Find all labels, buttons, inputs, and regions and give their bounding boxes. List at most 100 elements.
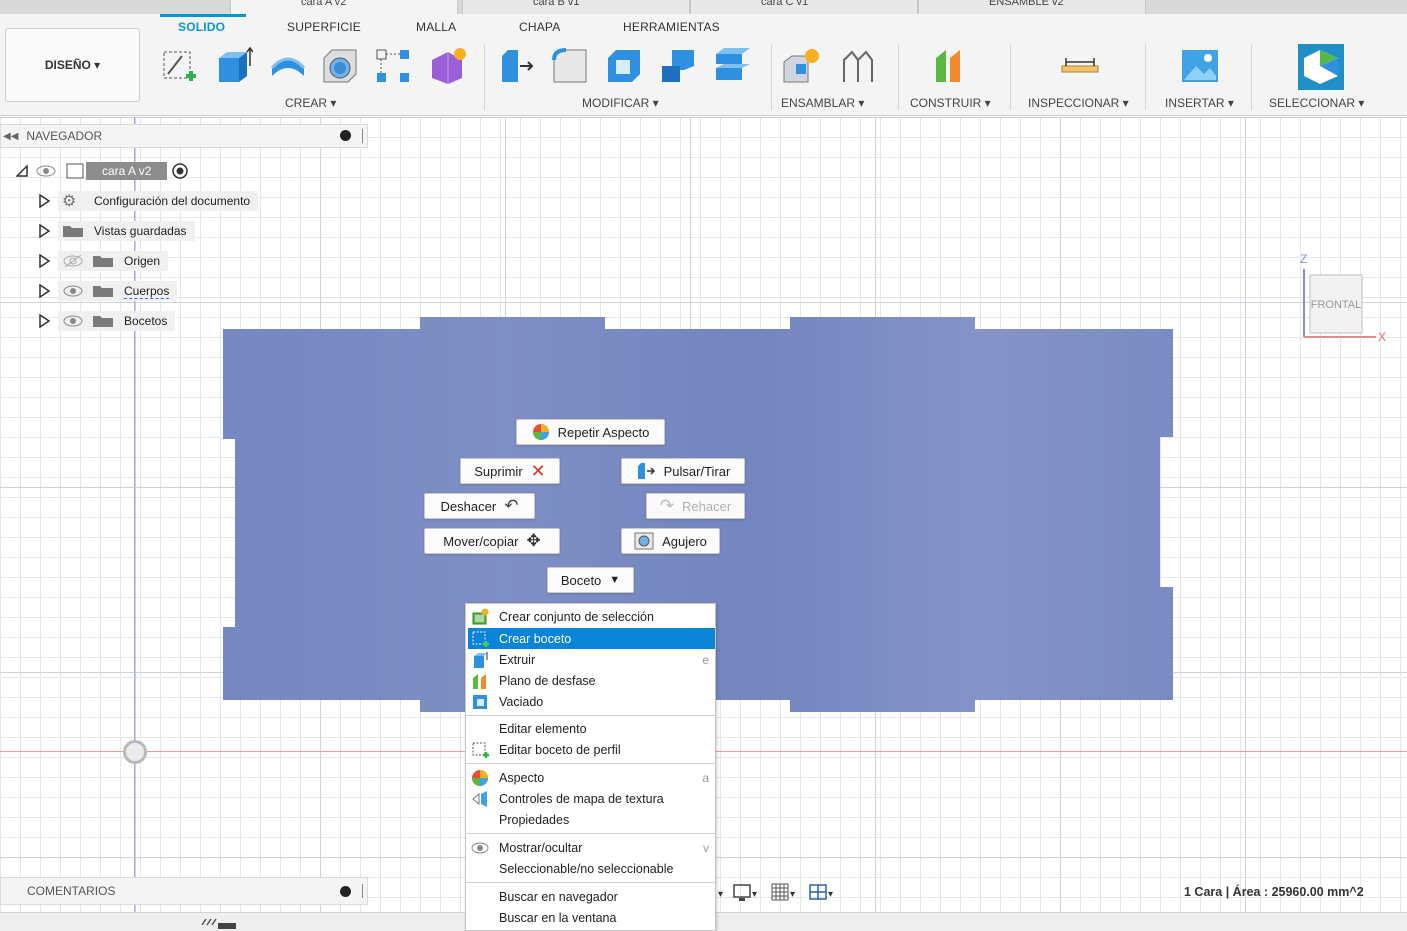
dropdown-arrow-icon[interactable]: ▾ — [828, 889, 833, 900]
timeline-marker-icon[interactable] — [200, 915, 240, 931]
menu-item-show-hide[interactable]: Mostrar/ocultar v — [466, 837, 715, 858]
workspace-dropdown-button[interactable]: DISEÑO ▾ — [5, 28, 140, 102]
sketch-dropdown-button[interactable]: Boceto ▼ — [547, 567, 634, 593]
menu-item-create-sketch[interactable]: Crear boceto — [468, 628, 715, 649]
move-copy-button[interactable]: Mover/copiar ✥ — [424, 528, 560, 554]
visibility-eye-icon[interactable] — [62, 284, 84, 298]
expand-triangle-icon[interactable] — [38, 284, 50, 298]
menu-item-find-in-window[interactable]: Buscar en la ventana — [466, 907, 715, 928]
panel-resize-handle[interactable] — [362, 884, 363, 898]
grid-settings-icon[interactable] — [771, 883, 789, 901]
edit-sketch-icon — [472, 742, 489, 758]
modificar-menu[interactable]: MODIFICAR ▾ — [582, 96, 659, 110]
offset-plane-icon[interactable] — [932, 46, 972, 86]
insertar-menu[interactable]: INSERTAR ▾ — [1165, 96, 1234, 110]
fillet-icon[interactable] — [550, 46, 590, 86]
doc-tab-1[interactable]: cara A v2 — [230, 0, 458, 14]
shell-icon — [473, 695, 487, 709]
dropdown-arrow-icon[interactable]: ▾ — [790, 889, 795, 900]
menu-item-properties[interactable]: Propiedades — [466, 809, 715, 830]
repeat-appearance-button[interactable]: Repetir Aspecto — [516, 419, 665, 445]
selection-status-text: 1 Cara | Área : 25960.00 mm^2 — [1184, 885, 1364, 899]
browser-root-node[interactable]: cara A v2 — [16, 160, 189, 182]
menu-item-offset-plane[interactable]: Plano de desfase — [466, 670, 715, 691]
display-settings-icon[interactable] — [733, 884, 751, 901]
combine-icon[interactable] — [658, 46, 698, 86]
press-pull-button[interactable]: Pulsar/Tirar — [621, 458, 745, 484]
menu-item-appearance[interactable]: Aspecto a — [466, 767, 715, 788]
delete-button[interactable]: Suprimir ✕ — [460, 458, 560, 484]
expand-triangle-icon[interactable] — [38, 314, 50, 328]
collapse-panel-icon[interactable]: ◀◀ — [3, 131, 18, 142]
doc-tab-3[interactable]: cara C v1 — [690, 0, 918, 14]
menu-item-create-selection-set[interactable]: Crear conjunto de selección — [466, 606, 715, 627]
select-icon[interactable] — [1298, 44, 1344, 90]
insert-image-icon[interactable] — [1180, 46, 1220, 86]
create-sketch-icon[interactable] — [160, 46, 200, 86]
menu-item-find-in-browser[interactable]: Buscar en navegador — [466, 886, 715, 907]
doc-tab-4[interactable]: ENSAMBLE v2 — [918, 0, 1146, 14]
menu-item-edit-feature[interactable]: Editar elemento — [466, 718, 715, 739]
undo-arrow-icon: ↶ — [504, 496, 519, 515]
root-document-label[interactable]: cara A v2 — [86, 162, 168, 180]
browser-item-bodies[interactable]: Cuerpos — [38, 280, 178, 302]
crear-menu[interactable]: CREAR ▾ — [285, 96, 336, 110]
seleccionar-menu[interactable]: SELECCIONAR ▾ — [1269, 96, 1364, 110]
browser-item-sketches[interactable]: Bocetos — [38, 310, 176, 332]
comments-panel-header[interactable]: COMENTARIOS — [0, 877, 368, 905]
undo-button[interactable]: Deshacer ↶ — [424, 493, 535, 519]
revolve-icon[interactable] — [268, 46, 308, 86]
pattern-icon[interactable] — [373, 46, 413, 86]
toolbar-divider — [1145, 44, 1146, 110]
tab-chapa[interactable]: CHAPA — [519, 20, 560, 34]
menu-item-extrude[interactable]: Extruir e — [466, 649, 715, 670]
shell-icon[interactable] — [604, 46, 644, 86]
toolbar-divider — [771, 44, 772, 110]
menu-item-selectable-toggle[interactable]: Seleccionable/no seleccionable — [466, 858, 715, 879]
dropdown-arrow-icon[interactable]: ▾ — [718, 889, 723, 900]
visibility-eye-icon — [471, 842, 489, 854]
menu-item-edit-profile-sketch[interactable]: Editar boceto de perfil — [466, 739, 715, 760]
extrude-icon — [474, 652, 488, 668]
expand-triangle-icon[interactable] — [38, 224, 50, 238]
panel-pin-icon[interactable] — [340, 130, 351, 141]
joint-icon[interactable] — [838, 46, 878, 86]
extrude-icon[interactable] — [213, 46, 253, 86]
menu-item-texture-map-controls[interactable]: Controles de mapa de textura — [466, 788, 715, 809]
browser-item-origin[interactable]: Origen — [38, 250, 169, 272]
tab-solido[interactable]: SOLIDO — [178, 20, 225, 34]
dropdown-arrow-icon[interactable]: ▾ — [752, 889, 757, 900]
inspeccionar-menu[interactable]: INSPECCIONAR ▾ — [1028, 96, 1129, 110]
new-component-icon[interactable] — [782, 46, 822, 86]
expand-triangle-icon[interactable] — [38, 254, 50, 268]
browser-title: NAVEGADOR — [26, 129, 103, 143]
panel-resize-handle[interactable] — [362, 129, 363, 143]
viewports-icon[interactable] — [809, 884, 827, 900]
menu-item-shell[interactable]: Vaciado — [466, 691, 715, 712]
ensamblar-menu[interactable]: ENSAMBLAR ▾ — [781, 96, 864, 110]
visibility-eye-icon[interactable] — [62, 314, 84, 328]
tab-superficie[interactable]: SUPERFICIE — [287, 20, 361, 34]
press-pull-icon[interactable] — [496, 46, 536, 86]
browser-item-document-settings[interactable]: ⚙ Configuración del documento — [38, 190, 259, 212]
tab-herramientas[interactable]: HERRAMIENTAS — [623, 20, 720, 34]
folder-icon — [93, 256, 113, 268]
split-body-icon[interactable] — [712, 46, 752, 86]
expand-triangle-icon[interactable] — [38, 194, 50, 208]
activate-radio-icon[interactable] — [171, 162, 189, 180]
hole-button[interactable]: Agujero — [621, 528, 720, 554]
collapse-triangle-icon[interactable] — [16, 164, 28, 178]
measure-icon[interactable] — [1060, 46, 1100, 86]
view-cube[interactable]: FRONTAL Z X — [1290, 247, 1390, 347]
origin-point[interactable] — [123, 740, 147, 764]
create-form-icon[interactable] — [428, 46, 468, 86]
browser-item-saved-views[interactable]: Vistas guardadas — [38, 220, 195, 242]
hidden-eye-icon[interactable] — [62, 254, 84, 268]
hole-icon[interactable] — [320, 46, 360, 86]
visibility-eye-icon[interactable] — [36, 164, 56, 178]
doc-tab-2[interactable]: cara B v1 — [462, 0, 690, 14]
add-comment-icon[interactable] — [340, 886, 351, 897]
construir-menu[interactable]: CONSTRUIR ▾ — [910, 96, 991, 110]
tab-malla[interactable]: MALLA — [416, 20, 456, 34]
browser-panel-header[interactable]: ◀◀ NAVEGADOR — [0, 124, 368, 148]
